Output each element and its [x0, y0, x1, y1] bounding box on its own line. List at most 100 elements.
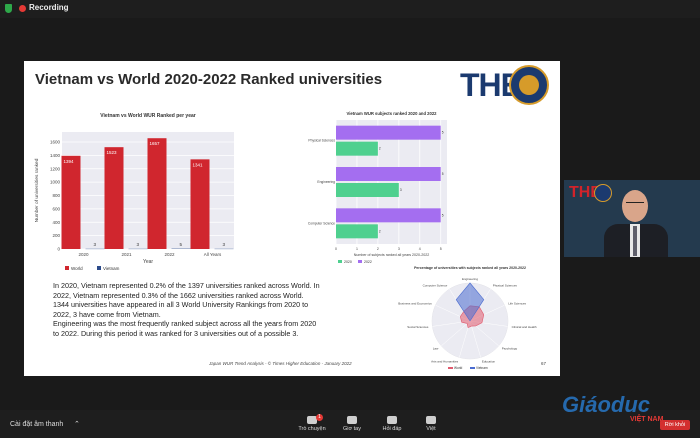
data-label: 1657: [150, 141, 161, 146]
chart-title: Vietnam vs World WUR Ranked per year: [100, 113, 195, 119]
data-label: 5: [442, 213, 444, 217]
bar: [336, 125, 441, 140]
data-label: 5: [442, 172, 444, 176]
data-label: 3: [400, 188, 402, 192]
y-tick-label: 600: [52, 206, 60, 211]
body-paragraph: 1344 universities have appeared in all 3…: [53, 300, 309, 319]
legend-label: 2022: [364, 260, 372, 264]
language-button[interactable]: Việt: [409, 416, 453, 432]
webcam-seal-icon: [594, 184, 612, 202]
audio-settings-button[interactable]: Cài đặt âm thanh: [10, 421, 63, 428]
y-tick-label: 0: [57, 247, 60, 252]
legend-swatch: [338, 260, 342, 263]
legend-swatch: [448, 367, 453, 369]
slide-footer: Japan WUR Trend Analysis - © Times Highe…: [209, 361, 352, 366]
axis-label: Life Sciences: [508, 302, 526, 306]
language-icon: [426, 416, 436, 424]
slide-body-text: In 2020, Vietnam represented 0.2% of the…: [53, 281, 323, 338]
y-tick-label: 400: [52, 220, 60, 225]
chevron-up-icon[interactable]: ⌃: [74, 420, 80, 428]
y-tick-label: 1600: [50, 140, 61, 145]
data-label: 2: [379, 229, 381, 233]
y-tick-label: 1200: [50, 166, 61, 171]
legend-label: Vietnam: [476, 366, 488, 370]
chart-subject-radar: Percentage of universities with subjects…: [398, 266, 537, 370]
x-tick-label: 0: [335, 247, 337, 251]
data-label: 1523: [107, 150, 118, 155]
y-tick-label: Computer Science: [308, 221, 335, 225]
x-tick-label: 4: [419, 247, 421, 251]
bar: [61, 155, 81, 249]
shield-icon: [5, 4, 12, 13]
legend-swatch: [470, 367, 475, 369]
axis-label: Clinical and Health: [512, 325, 537, 329]
axis-label: Engineering: [462, 277, 478, 281]
qa-icon: [387, 416, 397, 424]
top-status-bar: Recording: [0, 0, 700, 18]
x-tick-label: 1: [356, 247, 358, 251]
y-tick-label: 1000: [50, 180, 61, 185]
page-number: 67: [541, 361, 547, 366]
bar: [336, 167, 441, 181]
chart-ranked-per-year: 0 200 400 600 800 1000 1200 1400 1600 Vietnam vs …: [34, 113, 234, 271]
x-tick-label: 5: [440, 247, 442, 251]
axis-label: Law: [433, 347, 439, 351]
data-label: 5: [442, 131, 444, 135]
hand-icon: [347, 416, 357, 424]
axis-label: Education: [482, 359, 496, 363]
x-tick-label: 2021: [121, 252, 132, 257]
x-axis-label: Year: [143, 259, 153, 265]
data-label: 2: [379, 147, 381, 151]
x-tick-label: 2: [377, 247, 379, 251]
x-tick-label: All Years: [204, 252, 222, 257]
body-paragraph: Engineering was the most frequently rank…: [53, 319, 317, 338]
axis-label: Psychology: [502, 347, 518, 351]
chart-subjects-ranked: 0 1 2 3 4 5 Vietnam WUR subjects ranked 2020 a…: [308, 111, 447, 264]
body-paragraph: In 2020, Vietnam represented 0.2% of the…: [53, 281, 320, 300]
bar: [336, 183, 399, 197]
x-tick-label: 2022: [164, 252, 175, 257]
y-tick-label: 200: [52, 233, 60, 238]
raise-hand-button[interactable]: Giơ tay: [330, 416, 374, 432]
axis-label: Business and Economics: [398, 302, 432, 306]
shared-slide: Vietnam vs World 2020-2022 Ranked univer…: [24, 61, 560, 376]
y-tick-label: Physical Sciences: [308, 139, 335, 143]
presenter-webcam[interactable]: THE: [564, 180, 700, 257]
legend-swatch: [65, 266, 69, 270]
legend-label: World: [454, 366, 462, 370]
recording-dot-icon: [19, 5, 26, 12]
axis-label: Computer Science: [423, 284, 448, 288]
bar: [336, 208, 441, 223]
leave-button[interactable]: Rời khỏi: [660, 420, 690, 430]
slide-title: Vietnam vs World 2020-2022 Ranked univer…: [35, 71, 383, 88]
axis-label: Arts and Humanities: [431, 359, 459, 363]
axis-label: Social Sciences: [407, 325, 429, 329]
x-tick-label: 2020: [78, 252, 89, 257]
data-label: 1341: [193, 162, 204, 167]
the-logo: THE: [460, 66, 522, 104]
bar: [336, 141, 378, 156]
chart-title: Percentage of universities with subjects…: [414, 266, 526, 270]
y-tick-label: 1400: [50, 153, 61, 158]
chat-badge: 1: [316, 414, 323, 421]
bar: [190, 159, 210, 249]
data-label: 1394: [64, 159, 75, 164]
university-seal-icon: [509, 65, 549, 105]
legend-swatch: [358, 260, 362, 263]
chat-button[interactable]: 1 Trò chuyện: [290, 414, 334, 432]
y-tick-label: Engineering: [317, 180, 335, 184]
legend-swatch: [97, 266, 101, 270]
axis-label: Physical Sciences: [493, 284, 518, 288]
bar: [104, 147, 124, 249]
x-tick-label: 3: [398, 247, 400, 251]
legend-label: Vietnam: [103, 266, 120, 271]
legend-label: World: [71, 266, 83, 271]
y-axis-label: Number of universities ranked: [34, 158, 40, 222]
x-axis-label: Number of subjects ranked all years 2020…: [354, 253, 430, 257]
qa-button[interactable]: Hỏi đáp: [370, 416, 414, 432]
chart-title: Vietnam WUR subjects ranked 2020 and 202…: [347, 111, 438, 116]
recording-label: Recording: [29, 3, 69, 12]
legend-label: 2020: [344, 260, 352, 264]
y-tick-label: 800: [52, 193, 60, 198]
bar: [336, 224, 378, 239]
